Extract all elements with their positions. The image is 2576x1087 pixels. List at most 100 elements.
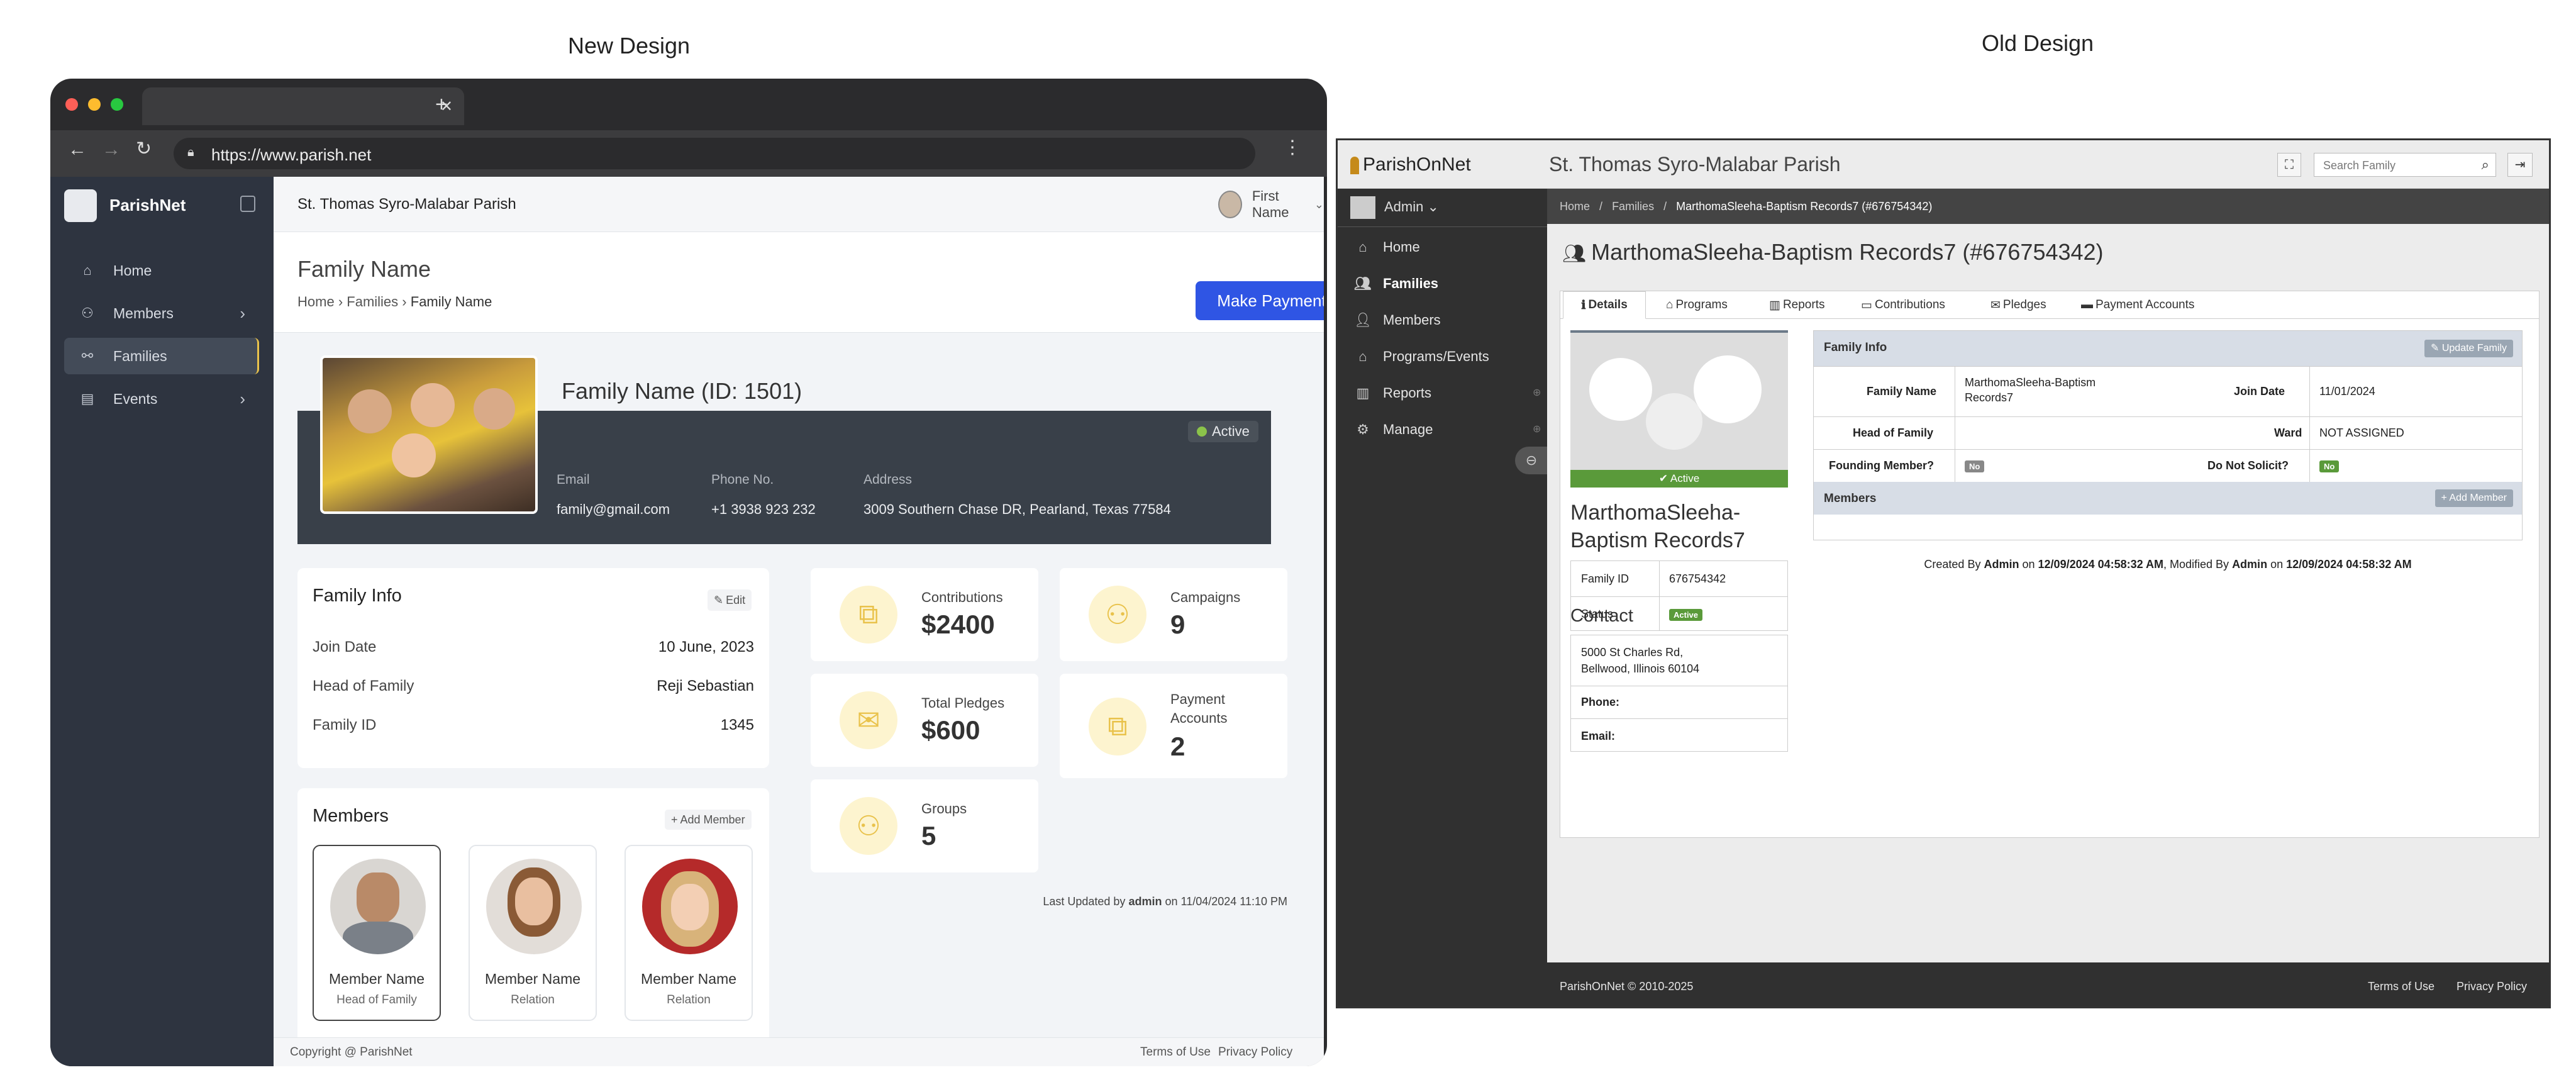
page-header: Family Name Home › Families › Family Nam… (274, 232, 1324, 333)
collapse-sidebar-icon[interactable]: ⊖ (1515, 447, 1548, 474)
chevron-down-icon: ⌄ (1314, 198, 1324, 211)
breadcrumb-home[interactable]: Home (297, 294, 335, 309)
old-tab-pledges[interactable]: ✉ Pledges (1990, 291, 2046, 319)
old-nav-members[interactable]: 👤︎ Members (1353, 312, 1441, 328)
update-family-button[interactable]: ✎ Update Family (2424, 340, 2513, 357)
old-terms-link[interactable]: Terms of Use (2368, 980, 2434, 993)
user-menu[interactable]: First Name ⌄ (1218, 188, 1324, 220)
old-nav-manage[interactable]: ⚙ Manage (1353, 421, 1433, 438)
phone-value: +1 3938 923 232 (711, 501, 816, 517)
expand-manage-icon[interactable]: ⊕ (1533, 423, 1541, 435)
mail-icon: ✉ (1990, 298, 2001, 312)
logout-icon[interactable]: ⇥ (2507, 153, 2533, 177)
old-privacy-link[interactable]: Privacy Policy (2457, 980, 2527, 993)
old-add-member-button[interactable]: + Add Member (2434, 489, 2513, 507)
maximize-window-dot[interactable] (111, 98, 123, 111)
families-icon: ⚯ (81, 348, 94, 364)
old-join-date-label: Join Date (2234, 385, 2285, 398)
top-header: St. Thomas Syro-Malabar Parish First Nam… (274, 177, 1324, 232)
old-nav-label: Members (1383, 312, 1441, 328)
edit-button[interactable]: ✎ Edit (708, 589, 752, 611)
minimize-window-dot[interactable] (88, 98, 101, 111)
old-design-label: Old Design (1981, 30, 2094, 56)
parishonnet-logo-icon (1350, 157, 1359, 174)
old-tab-contributions[interactable]: ▭ Contributions (1861, 291, 1945, 319)
stat-title: Contributions (921, 589, 1003, 605)
admin-menu[interactable]: Admin ⌄ (1384, 199, 1439, 215)
breadcrumb-current: Family Name (410, 294, 492, 309)
stat-title: Groups (921, 801, 967, 817)
old-tab-payment-accounts[interactable]: ▬ Payment Accounts (2081, 291, 2194, 319)
old-photo-status: ✔ Active (1570, 470, 1788, 488)
member-name: Member Name (484, 971, 581, 987)
url-input[interactable]: 🔒︎ https://www.parish.net (174, 138, 1255, 169)
breadcrumb-separator: / (1599, 200, 1603, 213)
sidebar-item-home[interactable]: ⌂ Home (64, 252, 259, 289)
back-icon[interactable]: ← (68, 139, 87, 160)
old-head-of-family-label: Head of Family (1853, 426, 1934, 439)
old-nav-reports[interactable]: ▥ Reports (1353, 385, 1431, 401)
parish-name: St. Thomas Syro-Malabar Parish (297, 196, 516, 213)
stat-contributions[interactable]: ⧉ Contributions $2400 (811, 568, 1038, 661)
email-label: Email (557, 472, 590, 487)
old-tab-reports[interactable]: ▥ Reports (1769, 291, 1824, 319)
reload-icon[interactable]: ↻ (136, 138, 152, 160)
member-card[interactable]: Member Name Relation (625, 845, 753, 1021)
old-nav-families[interactable]: 👥︎ Families (1353, 276, 1438, 292)
stat-payment-accounts[interactable]: ⧉ Payment Accounts 2 (1060, 674, 1287, 778)
old-tab-details[interactable]: ℹ Details (1563, 291, 1646, 319)
old-nav-programs-events[interactable]: ⌂ Programs/Events (1353, 348, 1489, 365)
sidebar-item-events[interactable]: ▤ Events › (64, 381, 259, 417)
stat-total-pledges[interactable]: ✉ Total Pledges $600 (811, 674, 1038, 767)
old-breadcrumb-families[interactable]: Families (1612, 200, 1654, 213)
stat-groups[interactable]: ⚇ Groups 5 (811, 779, 1038, 872)
member-avatar (642, 859, 738, 954)
old-content-area: 👥︎ MarthomaSleeha-Baptism Records7 (#6767… (1547, 224, 2549, 962)
close-window-dot[interactable] (65, 98, 78, 111)
families-icon: 👥︎ (1354, 276, 1372, 291)
add-member-button[interactable]: + Add Member (665, 810, 752, 830)
browser-tab[interactable]: ✕ (142, 87, 464, 125)
sidebar-item-families[interactable]: ⚯ Families (64, 338, 259, 374)
new-tab-icon[interactable]: + (435, 92, 448, 117)
status-dot-icon (1197, 426, 1207, 437)
old-phone-label: Phone: (1581, 696, 1619, 708)
old-do-not-solicit-badge: No (2319, 460, 2340, 472)
old-tab-programs[interactable]: ⌂ Programs (1666, 291, 1728, 319)
email-value[interactable]: family@gmail.com (557, 501, 670, 518)
lock-icon: 🔒︎ (187, 145, 194, 159)
old-search-input[interactable]: Search Family ⌕ (2314, 153, 2496, 177)
members-card: Members + Add Member Member Name Head of … (297, 788, 769, 1052)
old-nav-label: Home (1383, 239, 1420, 255)
old-panel: ℹ Details ⌂ Programs ▥ Reports ▭ Contributio… (1560, 291, 2540, 838)
old-contact-table: 5000 St Charles Rd, Bellwood, Illinois 6… (1570, 635, 1788, 752)
fullscreen-icon[interactable]: ⛶ (2277, 153, 2301, 177)
old-ward-value: NOT ASSIGNED (2319, 426, 2404, 439)
mail-icon: ✉ (840, 691, 897, 749)
family-info-title: Family Info (313, 586, 402, 606)
address-bar-row: ← → ↻ 🔒︎ https://www.parish.net ⋮ (50, 130, 1327, 177)
member-card[interactable]: Member Name Relation (469, 845, 597, 1021)
old-address: 5000 St Charles Rd, Bellwood, Illinois 6… (1581, 646, 1700, 675)
member-card[interactable]: Member Name Head of Family (313, 845, 441, 1021)
old-breadcrumb-home[interactable]: Home (1560, 200, 1590, 213)
sidebar-item-members[interactable]: ⚇ Members › (64, 295, 259, 332)
browser-menu-icon[interactable]: ⋮ (1283, 137, 1302, 159)
breadcrumb-families[interactable]: Families (347, 294, 398, 309)
privacy-link[interactable]: Privacy Policy (1218, 1045, 1292, 1059)
stat-title: Payment Accounts (1170, 691, 1228, 726)
pencil-icon: ✎ (2430, 343, 2442, 354)
terms-link[interactable]: Terms of Use (1140, 1045, 1211, 1059)
collapse-sidebar-icon[interactable] (240, 196, 255, 212)
old-breadcrumb-bar: Home / Families / MarthomaSleeha-Baptism… (1547, 189, 2549, 224)
documents-icon: ⧉ (840, 586, 897, 644)
old-family-photo (1570, 330, 1788, 470)
old-family-info-title: Family Info (1824, 341, 1887, 354)
search-icon[interactable]: ⌕ (2482, 157, 2489, 173)
expand-reports-icon[interactable]: ⊕ (1533, 386, 1541, 399)
stat-campaigns[interactable]: ⚇ Campaigns 9 (1060, 568, 1287, 661)
old-nav-home[interactable]: ⌂ Home (1353, 239, 1420, 255)
make-payment-button[interactable]: Make Payment (1196, 281, 1324, 320)
page-title: Family Name (297, 256, 431, 282)
forward-icon[interactable]: → (102, 139, 121, 160)
